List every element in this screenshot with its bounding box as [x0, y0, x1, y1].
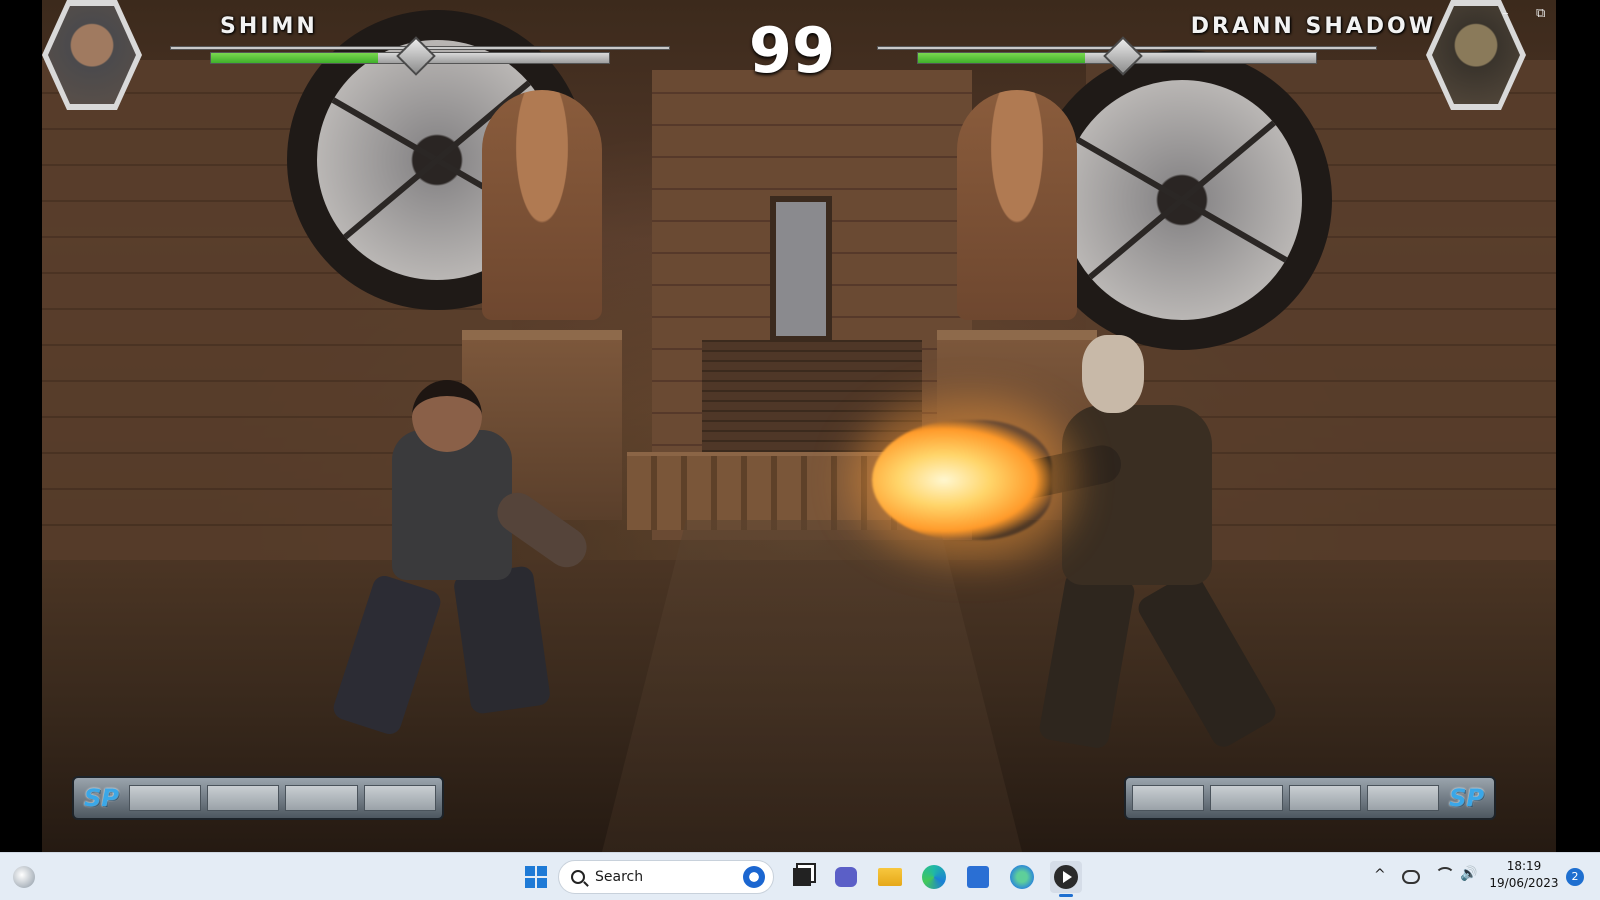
- clock[interactable]: 18:19 19/06/2023: [1488, 858, 1560, 892]
- fireball-projectile: [872, 420, 1052, 540]
- game-window[interactable]: SHIMN DRANN SHADOW 99 SP SP – ⧉ ✕: [42, 0, 1556, 852]
- player1-sp-label: SP: [84, 784, 119, 812]
- weather-icon[interactable]: [8, 861, 40, 893]
- player1-health-gem-icon: [396, 36, 436, 76]
- edge-button[interactable]: [918, 861, 950, 893]
- edge-icon: [922, 865, 946, 889]
- windows-logo-icon: [525, 866, 547, 888]
- player1-health-fill: [211, 53, 379, 63]
- player2-health-bar: [877, 36, 1377, 76]
- sp-segment: [1366, 785, 1440, 811]
- sp-segment: [1132, 785, 1205, 811]
- start-button[interactable]: [520, 861, 552, 893]
- sp-segment: [207, 785, 280, 811]
- restore-button[interactable]: ⧉: [1536, 6, 1545, 21]
- player2-sp-meter: SP: [1124, 776, 1496, 820]
- sp-segment: [1288, 785, 1361, 811]
- app-icon: [1010, 865, 1034, 889]
- lion-statue-left: [482, 90, 602, 320]
- player1-name: SHIMN: [220, 14, 318, 39]
- sp-segment: [285, 785, 358, 811]
- notification-badge[interactable]: 2: [1566, 868, 1584, 886]
- taskbar-search-box[interactable]: Search: [558, 860, 774, 894]
- task-view-icon: [793, 868, 811, 886]
- taskbar: Search ^ 🔊 18:19 19/06/2023 2: [0, 852, 1600, 900]
- file-explorer-button[interactable]: [874, 861, 906, 893]
- stone-wheel-right: [1032, 50, 1332, 350]
- temple-doorway: [770, 196, 832, 342]
- teams-chat-button[interactable]: [830, 861, 862, 893]
- player1-health-bar: [170, 36, 670, 76]
- store-icon: [967, 866, 989, 888]
- volume-icon[interactable]: 🔊: [1460, 866, 1477, 882]
- player2-health-gem-icon: [1103, 36, 1143, 76]
- minimize-button[interactable]: –: [1502, 6, 1509, 21]
- wifi-icon[interactable]: [1435, 867, 1455, 885]
- player2-health-fill: [918, 53, 1086, 63]
- show-hidden-icons-chevron-icon[interactable]: ^: [1374, 867, 1386, 883]
- bing-icon[interactable]: [743, 866, 765, 888]
- sp-segment: [363, 785, 436, 811]
- search-icon: [571, 870, 585, 884]
- task-view-button[interactable]: [786, 861, 818, 893]
- player1-sp-meter: SP: [72, 776, 444, 820]
- player2-fighter: [989, 335, 1382, 755]
- clock-date: 19/06/2023: [1489, 876, 1559, 890]
- sp-segment: [1210, 785, 1283, 811]
- round-timer: 99: [748, 14, 836, 87]
- cloud-sync-icon[interactable]: [1402, 870, 1420, 884]
- lion-statue-right: [957, 90, 1077, 320]
- media-player-icon: [1054, 865, 1078, 889]
- sp-segment: [128, 785, 202, 811]
- file-explorer-icon: [878, 868, 902, 886]
- player2-sp-label: SP: [1449, 784, 1484, 812]
- clock-time: 18:19: [1506, 859, 1542, 873]
- player2-name: DRANN SHADOW: [1190, 14, 1436, 39]
- search-label: Search: [595, 869, 644, 885]
- store-button[interactable]: [962, 861, 994, 893]
- media-player-button[interactable]: [1050, 861, 1082, 897]
- pinned-app-button[interactable]: [1006, 861, 1038, 893]
- player1-fighter: [292, 380, 595, 740]
- teams-chat-icon: [835, 867, 857, 887]
